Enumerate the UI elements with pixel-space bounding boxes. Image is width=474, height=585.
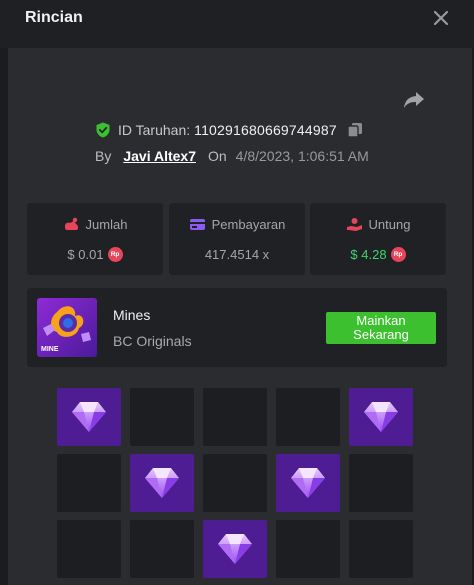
by-label: By	[95, 148, 112, 164]
stat-payout-label: Pembayaran	[211, 217, 286, 232]
diamond-gem-icon	[291, 468, 325, 498]
game-name: Mines	[113, 307, 151, 323]
profit-hand-icon	[346, 218, 362, 231]
diamond-gem-icon	[145, 468, 179, 498]
stat-payout: Pembayaran 417.4514 x	[169, 203, 305, 275]
diamond-gem-icon	[72, 402, 106, 432]
mine-tile	[349, 454, 413, 512]
game-thumbnail[interactable]: MINE	[37, 298, 97, 357]
bet-datetime: 4/8/2023, 1:06:51 AM	[235, 148, 369, 164]
close-icon[interactable]	[432, 9, 450, 27]
bet-meta-row: By Javi Altex7 On 4/8/2023, 1:06:51 AM	[95, 148, 369, 164]
mine-tile-gem	[349, 388, 413, 446]
mine-tile	[57, 520, 121, 578]
mine-tile-gem	[57, 388, 121, 446]
stat-amount: Jumlah $ 0.01 Rp	[27, 203, 163, 275]
play-now-label-1: Mainkan	[356, 313, 406, 328]
game-thumb-label: MINE	[41, 346, 59, 353]
mine-tile	[203, 388, 267, 446]
currency-badge: Rp	[390, 247, 406, 262]
diamond-gem-icon	[364, 402, 398, 432]
copy-icon[interactable]	[347, 122, 363, 138]
mine-tile-gem	[203, 520, 267, 578]
mine-tile	[130, 520, 194, 578]
bet-id-row: ID Taruhan: 110291680669744987	[95, 121, 363, 139]
mine-tile-gem	[276, 454, 340, 512]
bet-id-label: ID Taruhan:	[118, 122, 191, 138]
mine-tile	[349, 520, 413, 578]
mine-tile	[130, 388, 194, 446]
verified-shield-icon	[96, 122, 110, 138]
stat-profit: Untung $ 4.28 Rp	[310, 203, 446, 275]
bet-id-value: 110291680669744987	[194, 122, 337, 138]
money-bag-icon	[64, 217, 78, 230]
stat-amount-label: Jumlah	[85, 217, 128, 232]
username-link[interactable]: Javi Altex7	[123, 148, 196, 164]
mine-tile	[203, 454, 267, 512]
game-provider: BC Originals	[113, 333, 192, 349]
mine-tile-gem	[130, 454, 194, 512]
game-card: MINE Mines BC Originals Mainkan Sekarang	[27, 288, 447, 367]
stat-payout-value: 417.4514 x	[204, 247, 270, 262]
mine-tile	[276, 520, 340, 578]
mine-tile	[57, 454, 121, 512]
play-now-label-2: Sekarang	[353, 327, 409, 342]
play-now-button[interactable]: Mainkan Sekarang	[326, 312, 436, 344]
modal-header: Rincian	[0, 0, 474, 48]
stat-amount-value: $ 0.01	[67, 247, 104, 262]
on-label: On	[207, 148, 227, 164]
stat-profit-label: Untung	[368, 217, 411, 232]
mine-tile	[276, 388, 340, 446]
currency-badge: Rp	[107, 247, 123, 262]
modal-title: Rincian	[25, 9, 83, 26]
diamond-gem-icon	[218, 534, 252, 564]
payout-card-icon	[189, 219, 205, 230]
share-icon[interactable]	[402, 90, 426, 110]
stat-profit-value: $ 4.28	[350, 247, 387, 262]
